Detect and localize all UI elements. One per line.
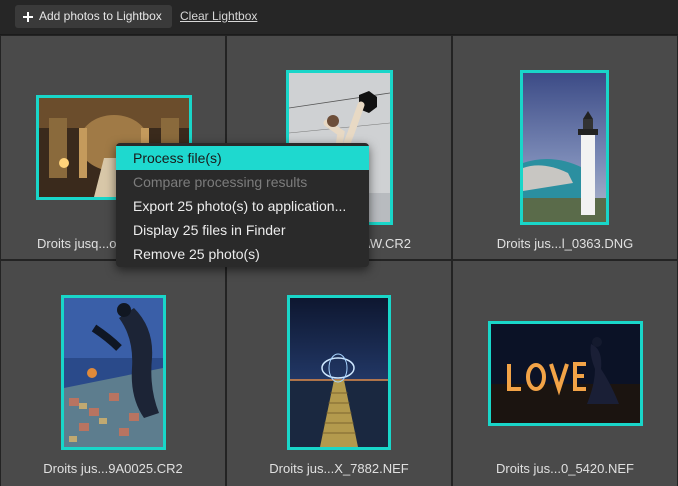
toolbar: Add photos to Lightbox Clear Lightbox <box>0 0 678 35</box>
photo-caption: Droits jus...l_0363.DNG <box>496 236 634 251</box>
photo-cell[interactable]: Droits jus...9A0025.CR2 <box>1 261 225 486</box>
menu-item-remove-photos[interactable]: Remove 25 photo(s) <box>116 242 369 266</box>
clear-lightbox-link[interactable]: Clear Lightbox <box>180 9 257 23</box>
menu-item-display-in-finder[interactable]: Display 25 files in Finder <box>116 218 369 242</box>
menu-item-export-photos[interactable]: Export 25 photo(s) to application... <box>116 194 369 218</box>
add-photos-label: Add photos to Lightbox <box>39 9 162 23</box>
photo-cell[interactable]: Droits jus...X_7882.NEF <box>227 261 451 486</box>
lightbox-app: Add photos to Lightbox Clear Lightbox Dr… <box>0 0 678 486</box>
photo-cell[interactable]: Droits jus...0_5420.NEF <box>453 261 677 486</box>
photo-thumbnail[interactable] <box>488 321 643 426</box>
menu-item-compare-results: Compare processing results <box>133 174 308 190</box>
photo-caption: Droits jus...0_5420.NEF <box>495 461 634 476</box>
plus-icon <box>23 11 33 22</box>
photo-caption: Droits jus...X_7882.NEF <box>269 461 409 476</box>
context-menu: Process file(s) Compare processing resul… <box>116 143 369 267</box>
photo-cell[interactable]: Droits jus...l_0363.DNG <box>453 36 677 259</box>
add-photos-button[interactable]: Add photos to Lightbox <box>15 5 172 28</box>
photo-thumbnail[interactable] <box>61 295 166 450</box>
menu-item-process-files[interactable]: Process file(s) <box>116 146 369 170</box>
photo-thumbnail[interactable] <box>287 295 391 450</box>
photo-thumbnail[interactable] <box>520 70 609 225</box>
photo-caption: Droits jus...9A0025.CR2 <box>43 461 183 476</box>
